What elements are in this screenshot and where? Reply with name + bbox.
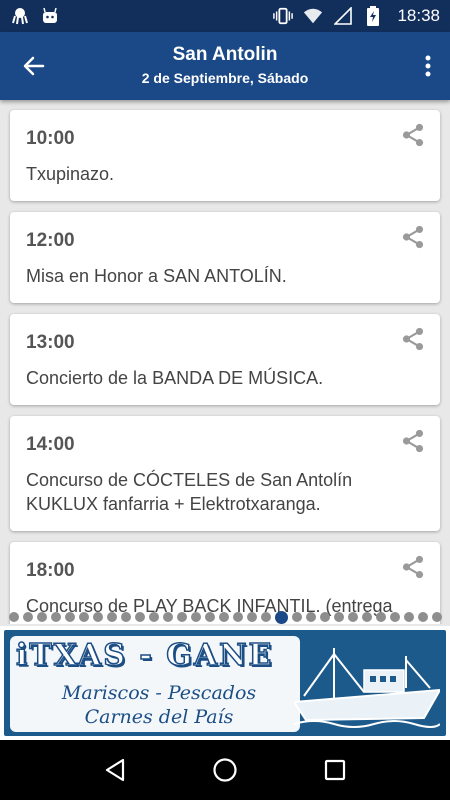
share-icon[interactable] [400,326,426,352]
page-dot[interactable] [92,612,103,622]
page-dot[interactable] [232,612,243,622]
page-dot[interactable] [50,612,61,622]
page-dot-active[interactable] [274,610,288,624]
title-block: San Antolin 2 de Septiembre, Sábado [60,44,390,86]
share-icon[interactable] [400,122,426,148]
event-card[interactable]: 10:00 Txupinazo. [10,110,440,201]
ad-banner-line1: Mariscos - Pescados [61,682,257,704]
signal-icon [333,6,353,26]
event-description: Concurso de CÓCTELES de San Antolín KUKL… [26,470,353,514]
page-dot[interactable] [190,612,201,622]
page-dot[interactable] [22,612,33,622]
event-time: 13:00 [26,332,75,353]
ad-banner-title: iTXAS - GANE [15,637,274,674]
nav-recents-button[interactable] [320,755,350,785]
page-dot[interactable] [417,612,428,622]
event-description: Concierto de la BANDA DE MÚSICA. [26,368,324,388]
triangle-back-icon [105,758,125,782]
event-time: 12:00 [26,230,75,251]
page-dot[interactable] [305,612,316,622]
page-dot[interactable] [162,612,173,622]
share-icon[interactable] [400,428,426,454]
page-dot[interactable] [36,612,47,622]
share-icon[interactable] [400,224,426,250]
page-dot[interactable] [8,612,19,622]
page-dot[interactable] [204,612,215,622]
battery-charging-icon [363,6,383,26]
status-left [10,6,60,26]
ad-banner[interactable]: iTXAS - GANE Mariscos - Pescados Carnes … [0,626,450,740]
page-dot[interactable] [78,612,89,622]
octopus-notification-icon [10,6,30,26]
page-dot[interactable] [134,612,145,622]
page-dot[interactable] [375,612,386,622]
event-card[interactable]: 13:00 Concierto de la BANDA DE MÚSICA. [10,314,440,405]
android-notification-icon [40,6,60,26]
status-time: 18:38 [397,6,440,25]
page-dot[interactable] [246,612,257,622]
page-dot[interactable] [120,612,131,622]
page-title: San Antolin [172,44,278,65]
fishing-boat-icon [294,648,440,728]
wifi-icon [303,6,323,26]
page-dot[interactable] [106,612,117,622]
arrow-left-icon [23,56,45,76]
page-indicator[interactable] [0,608,450,626]
page-dot[interactable] [291,612,302,622]
ad-banner-line2: Carnes del País [84,706,234,728]
overflow-menu-button[interactable] [418,48,438,84]
event-card[interactable]: 12:00 Misa en Honor a SAN ANTOLÍN. [10,212,440,303]
event-time: 18:00 [26,560,75,581]
page-dot[interactable] [347,612,358,622]
circle-home-icon [213,758,237,782]
event-time: 10:00 [26,128,75,149]
status-bar: 18:38 [0,0,450,32]
nav-back-button[interactable] [100,755,130,785]
page-dot[interactable] [319,612,330,622]
page-dot[interactable] [260,612,271,622]
page-dot[interactable] [176,612,187,622]
page-dot[interactable] [389,612,400,622]
page-dot[interactable] [64,612,75,622]
page-subtitle: 2 de Septiembre, Sábado [141,70,309,86]
more-vert-icon [425,55,431,77]
app-bar: San Antolin 2 de Septiembre, Sábado [0,32,450,100]
vibrate-icon [273,6,294,26]
page-dot[interactable] [431,612,442,622]
event-card[interactable]: 14:00 Concurso de CÓCTELES de San Antolí… [10,416,440,531]
back-button[interactable] [16,48,52,84]
event-description: Txupinazo. [26,164,115,184]
page-dot[interactable] [218,612,229,622]
nav-home-button[interactable] [210,755,240,785]
event-description: Misa en Honor a SAN ANTOLÍN. [26,266,287,286]
page-dot[interactable] [333,612,344,622]
page-dot[interactable] [148,612,159,622]
page-dot[interactable] [403,612,414,622]
page-dot[interactable] [361,612,372,622]
ad-banner-frame: iTXAS - GANE Mariscos - Pescados Carnes … [4,630,446,736]
system-nav-bar [0,740,450,800]
square-recents-icon [324,759,346,781]
event-list[interactable]: 10:00 Txupinazo. 12:00 Misa en Honor a S… [0,100,450,624]
status-right: 18:38 [273,6,440,26]
event-time: 14:00 [26,434,75,455]
share-icon[interactable] [400,554,426,580]
